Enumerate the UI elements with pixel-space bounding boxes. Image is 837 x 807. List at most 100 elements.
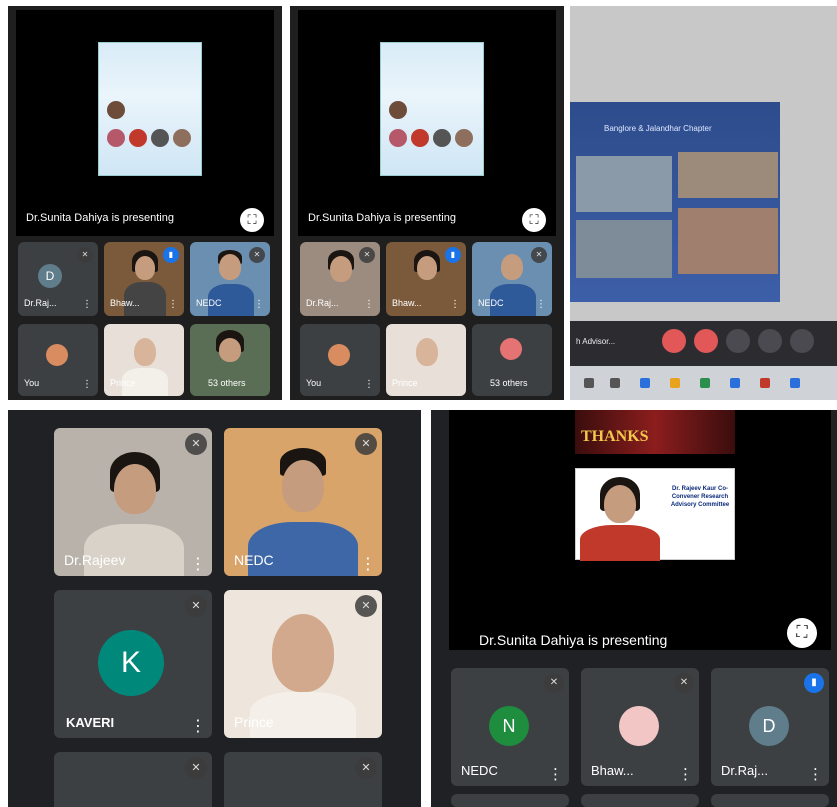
participant-tile[interactable]: You ⋮ <box>18 324 98 396</box>
participant-tile[interactable]: ✕ Bhaw... ⋮ <box>581 668 699 786</box>
participant-tile[interactable]: ✕ NEDC ⋮ <box>224 428 382 576</box>
participant-video <box>501 254 523 280</box>
meeting-collage: Dr.Sunita Dahiya is presenting ⛶ D ✕ Dr.… <box>0 0 837 807</box>
participant-video <box>84 524 184 576</box>
participant-tile[interactable] <box>581 794 699 807</box>
avatar <box>500 338 522 360</box>
camera-button[interactable] <box>694 329 718 353</box>
slide-photo <box>678 208 778 274</box>
participant-tile[interactable]: K ✕ KAVERI ⋮ <box>54 590 212 738</box>
mic-off-icon: ✕ <box>185 433 207 455</box>
participant-tile[interactable]: ✕ Dr.Raj... ⋮ <box>300 242 380 316</box>
participant-tile[interactable]: D ▮ Dr.Raj... ⋮ <box>711 668 829 786</box>
more-options-icon[interactable]: ⋮ <box>254 300 264 310</box>
participant-name: You <box>24 378 40 388</box>
toolbar-caption: h Advisor... <box>576 337 616 346</box>
mic-button[interactable] <box>662 329 686 353</box>
presentation-area: THANKS Dr. Rajeev Kaur Co-Convener Resea… <box>449 410 831 650</box>
participant-name: Prince <box>110 378 136 388</box>
participant-name: Dr.Rajeev <box>64 552 126 568</box>
speaker-card-text: Dr. Rajeev Kaur Co-Convener Research Adv… <box>670 486 730 508</box>
participant-tile[interactable]: ✕ Prince <box>224 590 382 738</box>
taskbar-icon[interactable] <box>610 378 620 388</box>
raise-hand-button[interactable] <box>758 329 782 353</box>
taskbar-icon[interactable] <box>790 378 800 388</box>
more-options-icon[interactable]: ⋮ <box>450 300 460 310</box>
participant-video <box>219 338 241 362</box>
taskbar-icon[interactable] <box>760 378 770 388</box>
fullscreen-icon[interactable]: ⛶ <box>522 208 546 232</box>
participant-video <box>219 254 241 280</box>
more-options-icon[interactable]: ⋮ <box>360 557 376 573</box>
mic-off-icon: ✕ <box>249 247 265 263</box>
more-options-icon[interactable]: ⋮ <box>82 300 92 310</box>
avatar: K <box>98 630 164 696</box>
participant-tile[interactable]: N ✕ NEDC ⋮ <box>451 668 569 786</box>
mic-off-icon: ✕ <box>355 757 377 779</box>
mic-off-icon: ✕ <box>531 247 547 263</box>
taskbar-icon[interactable] <box>584 378 594 388</box>
flyer-photo <box>389 129 407 147</box>
participant-tile[interactable]: You ⋮ <box>300 324 380 396</box>
more-options-icon[interactable]: ⋮ <box>168 300 178 310</box>
participant-name: Bhaw... <box>110 298 140 308</box>
taskbar-icon[interactable] <box>730 378 740 388</box>
more-options-icon[interactable]: ⋮ <box>678 767 693 782</box>
slide-photo-screenshot: Banglore & Jalandhar Chapter h Advisor..… <box>570 6 837 400</box>
fullscreen-icon[interactable]: ⛶ <box>240 208 264 232</box>
participant-tile[interactable]: Prince <box>104 324 184 396</box>
more-options-icon[interactable]: ⋮ <box>364 300 374 310</box>
more-options-icon[interactable]: ⋮ <box>536 300 546 310</box>
participant-tile[interactable] <box>451 794 569 807</box>
participant-video <box>135 256 155 280</box>
participant-tile[interactable]: ✕ <box>54 752 212 807</box>
avatar: N <box>489 706 529 746</box>
present-button[interactable] <box>790 329 814 353</box>
more-options-icon[interactable]: ⋮ <box>548 767 563 782</box>
participant-tile[interactable]: ▮ Bhaw... ⋮ <box>104 242 184 316</box>
taskbar-icon[interactable] <box>640 378 650 388</box>
participant-video <box>417 256 437 280</box>
speaker-card: Dr. Rajeev Kaur Co-Convener Research Adv… <box>575 468 735 561</box>
taskbar <box>570 366 837 400</box>
participant-tile[interactable]: ▮ Bhaw... ⋮ <box>386 242 466 316</box>
more-options-icon[interactable]: ⋮ <box>190 557 206 573</box>
participant-name: Bhaw... <box>392 298 422 308</box>
more-options-icon[interactable]: ⋮ <box>808 767 823 782</box>
participant-tile[interactable]: ✕ <box>224 752 382 807</box>
others-count: 53 others <box>208 378 246 388</box>
taskbar-icon[interactable] <box>700 378 710 388</box>
participant-video <box>330 256 352 282</box>
participant-tile[interactable]: D ✕ Dr.Raj... ⋮ <box>18 242 98 316</box>
more-options-icon[interactable]: ⋮ <box>364 380 374 390</box>
speaker-photo <box>604 485 636 523</box>
meet-screenshot-2: Dr.Sunita Dahiya is presenting ⛶ ✕ Dr.Ra… <box>290 6 564 400</box>
more-options-icon[interactable]: ⋮ <box>82 380 92 390</box>
participant-tile[interactable]: ✕ NEDC ⋮ <box>190 242 270 316</box>
others-count: 53 others <box>490 378 528 388</box>
event-flyer <box>380 42 484 176</box>
taskbar-icon[interactable] <box>670 378 680 388</box>
participant-name: Dr.Raj... <box>721 763 768 778</box>
mic-off-icon: ✕ <box>359 247 375 263</box>
speaker-photo <box>580 525 660 561</box>
event-flyer <box>98 42 202 176</box>
participant-tile[interactable]: ✕ NEDC ⋮ <box>472 242 552 316</box>
fullscreen-icon[interactable]: ⛶ <box>787 618 817 648</box>
presenting-label: Dr.Sunita Dahiya is presenting <box>308 212 456 224</box>
speaking-icon: ▮ <box>163 247 179 263</box>
presentation-area <box>298 10 556 236</box>
participant-tile[interactable]: ✕ Dr.Rajeev ⋮ <box>54 428 212 576</box>
participant-video <box>134 338 156 366</box>
participant-tile[interactable]: 53 others <box>472 324 552 396</box>
slide-photo <box>576 220 672 278</box>
participant-tile[interactable]: Prince <box>386 324 466 396</box>
participant-tile[interactable] <box>711 794 829 807</box>
participant-tile[interactable]: 53 others <box>190 324 270 396</box>
more-options-icon[interactable]: ⋮ <box>190 719 206 735</box>
captions-button[interactable] <box>726 329 750 353</box>
participant-name: Bhaw... <box>591 763 634 778</box>
mic-off-icon: ✕ <box>185 757 207 779</box>
flyer-photo <box>107 129 125 147</box>
avatar: D <box>38 264 62 288</box>
